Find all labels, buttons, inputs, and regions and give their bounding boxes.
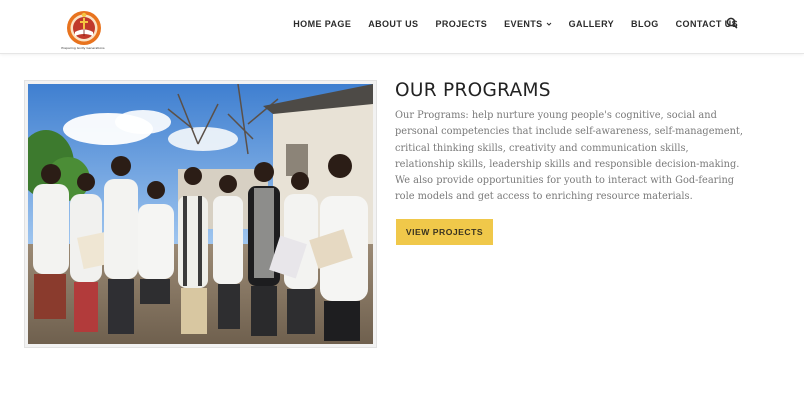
nav-label: BLOG bbox=[631, 19, 659, 29]
chevron-down-icon bbox=[546, 22, 551, 26]
group-photo bbox=[28, 84, 373, 344]
nav-projects[interactable]: PROJECTS bbox=[435, 19, 487, 29]
nav-label: HOME PAGE bbox=[293, 19, 352, 29]
cross-book-emblem-icon bbox=[67, 11, 101, 45]
programs-section: OUR PROGRAMS Our Programs: help nurture … bbox=[395, 78, 750, 206]
search-icon bbox=[726, 17, 738, 29]
logo-tagline: Preparing Godly Generations bbox=[61, 46, 105, 50]
nav-gallery[interactable]: GALLERY bbox=[569, 19, 614, 29]
search-button[interactable] bbox=[725, 16, 739, 30]
programs-photo-frame bbox=[24, 80, 377, 348]
programs-description: Our Programs: help nurture young people'… bbox=[395, 110, 743, 203]
nav-events[interactable]: EVENTS bbox=[504, 19, 551, 29]
nav-blog[interactable]: BLOG bbox=[631, 19, 659, 29]
nav-label: PROJECTS bbox=[435, 19, 488, 29]
nav-label: ABOUT US bbox=[368, 19, 419, 29]
nav-label: EVENTS bbox=[504, 19, 543, 29]
view-projects-button[interactable]: VIEW PROJECTS bbox=[396, 219, 493, 245]
site-header: Preparing Godly Generations HOME PAGE AB… bbox=[0, 0, 804, 54]
nav-label: GALLERY bbox=[568, 19, 615, 29]
programs-title: OUR PROGRAMS bbox=[395, 80, 551, 101]
main-nav: HOME PAGE ABOUT US PROJECTS EVENTS GALLE… bbox=[293, 17, 738, 31]
nav-about-us[interactable]: ABOUT US bbox=[368, 19, 418, 29]
nav-home-page[interactable]: HOME PAGE bbox=[293, 19, 351, 29]
